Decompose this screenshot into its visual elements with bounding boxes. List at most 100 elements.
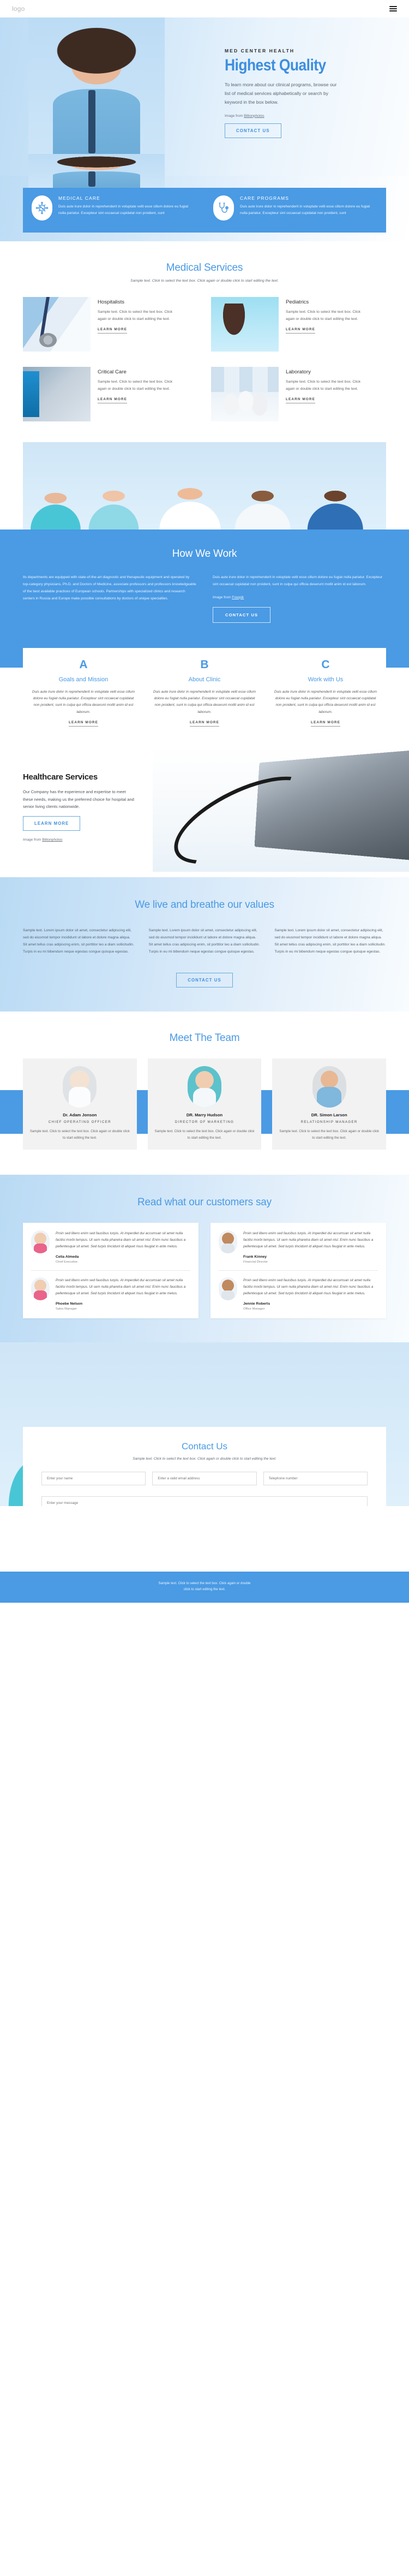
avatar [219, 1230, 237, 1254]
service-photo [211, 367, 279, 421]
hero-paragraph: To learn more about our clinical program… [225, 81, 337, 105]
credit-link[interactable]: Billionphotos [244, 114, 264, 118]
abc-title: About Clinic [188, 676, 221, 683]
team-member-card[interactable]: DR. Simon Larson RELATIONSHIP MANAGER Sa… [272, 1058, 387, 1150]
testimonial-role: Sales Manager [56, 1307, 77, 1311]
footer-line-2: click to start editing the text. [183, 1587, 226, 1592]
how-we-work-contact-button[interactable]: CONTACT US [213, 606, 271, 623]
testimonial-role: Office Manager [243, 1307, 265, 1311]
site-header: logo [0, 0, 409, 17]
hero-eyebrow: MED CENTER HEALTH [225, 48, 295, 53]
learn-more-link[interactable]: LEARN MORE [286, 397, 315, 404]
abc-cards: A Goals and Mission Duis aute irure dolo… [23, 647, 386, 741]
service-photo [23, 297, 91, 352]
healthcare-image-credit: Image from Billionphotos [23, 838, 154, 842]
feature-title: MEDICAL CARE [58, 195, 100, 201]
service-card[interactable]: Hospitalists Sample text. Click to selec… [23, 297, 198, 352]
service-text: Sample text. Click to select the text bo… [98, 310, 173, 321]
credit-link[interactable]: Billionphotos [42, 838, 62, 842]
hero-title: Highest Quality [225, 56, 326, 74]
logo[interactable]: logo [12, 5, 25, 13]
team-member-card[interactable]: DR. Marry Hudson DIRECTOR OF MARKETING S… [147, 1058, 262, 1150]
testimonial-item[interactable]: Proin sed libero enim sed faucibus turpi… [31, 1230, 190, 1264]
healthcare-text-block: Healthcare Services Our Company has the … [23, 772, 154, 842]
team-photo-banner [23, 442, 386, 530]
learn-more-link[interactable]: LEARN MORE [190, 721, 219, 727]
team-member-name: DR. Simon Larson [311, 1113, 347, 1118]
testimonial-item[interactable]: Proin sed libero enim sed faucibus turpi… [219, 1230, 378, 1264]
laptop-stethoscope-photo [153, 746, 409, 872]
testimonial-text: Proin sed libero enim sed faucibus turpi… [56, 1232, 186, 1249]
avatar [219, 1277, 237, 1300]
email-input[interactable] [152, 1471, 257, 1485]
credit-prefix: Image from [225, 114, 244, 118]
credit-prefix: Image from [23, 838, 43, 842]
team-member-card[interactable]: Dr. Adam Jonson CHIEF OPERATING OFFICER … [23, 1058, 137, 1150]
stethoscope-icon [213, 195, 234, 221]
healthcare-text: Our Company has the experience and exper… [23, 789, 134, 810]
feature-card-medical-care[interactable]: MEDICAL CARE Duis aute irure dolor in re… [23, 188, 204, 233]
service-card[interactable]: Laboratory Sample text. Click to select … [211, 367, 386, 421]
testimonial-name: Jennie Roberts [243, 1301, 270, 1306]
testimonial-item[interactable]: Proin sed libero enim sed faucibus turpi… [219, 1277, 378, 1311]
team-member-name: DR. Marry Hudson [186, 1113, 223, 1118]
testimonial-card: Proin sed libero enim sed faucibus turpi… [210, 1223, 386, 1318]
team-member-role: DIRECTOR OF MARKETING [175, 1120, 234, 1125]
healthcare-learn-more-button[interactable]: LEARN MORE [23, 816, 81, 831]
contact-subtitle: Sample text. Click to select the text bo… [133, 1456, 276, 1461]
message-input[interactable] [41, 1496, 368, 1506]
learn-more-link[interactable]: LEARN MORE [286, 328, 315, 334]
learn-more-link[interactable]: LEARN MORE [69, 721, 98, 727]
hamburger-menu-icon[interactable] [389, 4, 397, 13]
service-text: Sample text. Click to select the text bo… [286, 380, 361, 391]
values-section: We live and breathe our values Sample te… [0, 877, 409, 1012]
avatar [31, 1277, 50, 1300]
hero-photo [28, 17, 165, 176]
abc-card-a[interactable]: A Goals and Mission Duis aute irure dolo… [23, 659, 144, 727]
team-member-role: CHIEF OPERATING OFFICER [48, 1120, 111, 1125]
service-card[interactable]: Pediatrics Sample text. Click to select … [211, 297, 386, 352]
testimonial-text: Proin sed libero enim sed faucibus turpi… [243, 1278, 374, 1295]
avatar [63, 1066, 97, 1108]
section-subtitle: Sample text. Click to select the text bo… [130, 279, 279, 283]
values-column-text: Sample text. Lorem ipsum dolor sit amet,… [274, 929, 386, 954]
how-we-work-left: Its departments are equipped with state-… [23, 574, 196, 623]
contact-panel-spacer [0, 1506, 409, 1572]
values-contact-button[interactable]: CONTACT US [176, 973, 233, 988]
abc-title: Work with Us [308, 676, 344, 683]
credit-link[interactable]: Freepik [232, 596, 244, 599]
testimonial-name: Frank Kinney [243, 1254, 267, 1259]
healthcare-services-section: Healthcare Services Our Company has the … [0, 741, 409, 878]
testimonial-item[interactable]: Proin sed libero enim sed faucibus turpi… [31, 1277, 190, 1311]
phone-input[interactable] [263, 1471, 368, 1485]
values-columns: Sample text. Lorem ipsum dolor sit amet,… [23, 927, 386, 955]
feature-card-care-programs[interactable]: CARE PROGRAMS Duis aute irure dolor in r… [204, 188, 386, 233]
abc-card-c[interactable]: C Work with Us Duis aute irure dolor in … [265, 659, 386, 727]
service-card[interactable]: Critical Care Sample text. Click to sele… [23, 367, 198, 421]
feature-band: MEDICAL CARE Duis aute irure dolor in re… [0, 154, 409, 241]
section-title: How We Work [172, 548, 237, 560]
testimonial-name: Celia Almeda [56, 1254, 79, 1259]
abc-text: Duis aute irure dolor in reprehenderit i… [153, 689, 256, 714]
service-title: Pediatrics [286, 299, 309, 305]
hero-contact-button[interactable]: CONTACT US [225, 123, 281, 138]
team-member-role: RELATIONSHIP MANAGER [300, 1120, 358, 1125]
divider [219, 1270, 378, 1271]
abc-text: Duis aute irure dolor in reprehenderit i… [32, 689, 135, 714]
learn-more-link[interactable]: LEARN MORE [98, 397, 127, 404]
hero-text-block: MED CENTER HEALTH Highest Quality To lea… [225, 48, 383, 138]
medical-services-section: Medical Services Sample text. Click to s… [0, 241, 409, 442]
learn-more-link[interactable]: LEARN MORE [98, 328, 127, 334]
testimonial-card: Proin sed libero enim sed faucibus turpi… [23, 1223, 199, 1318]
how-we-work-left-text: Its departments are equipped with state-… [23, 575, 196, 600]
abc-letter: A [79, 658, 88, 671]
learn-more-link[interactable]: LEARN MORE [311, 721, 340, 727]
how-we-work-image-credit: Image from Freepik [213, 596, 386, 599]
service-photo [23, 367, 91, 421]
name-input[interactable] [41, 1471, 146, 1485]
abc-card-b[interactable]: B About Clinic Duis aute irure dolor in … [144, 659, 265, 727]
service-card-grid: Hospitalists Sample text. Click to selec… [23, 297, 386, 421]
testimonial-text: Proin sed libero enim sed faucibus turpi… [56, 1278, 186, 1295]
contact-message-row [41, 1496, 368, 1506]
service-photo [211, 297, 279, 352]
